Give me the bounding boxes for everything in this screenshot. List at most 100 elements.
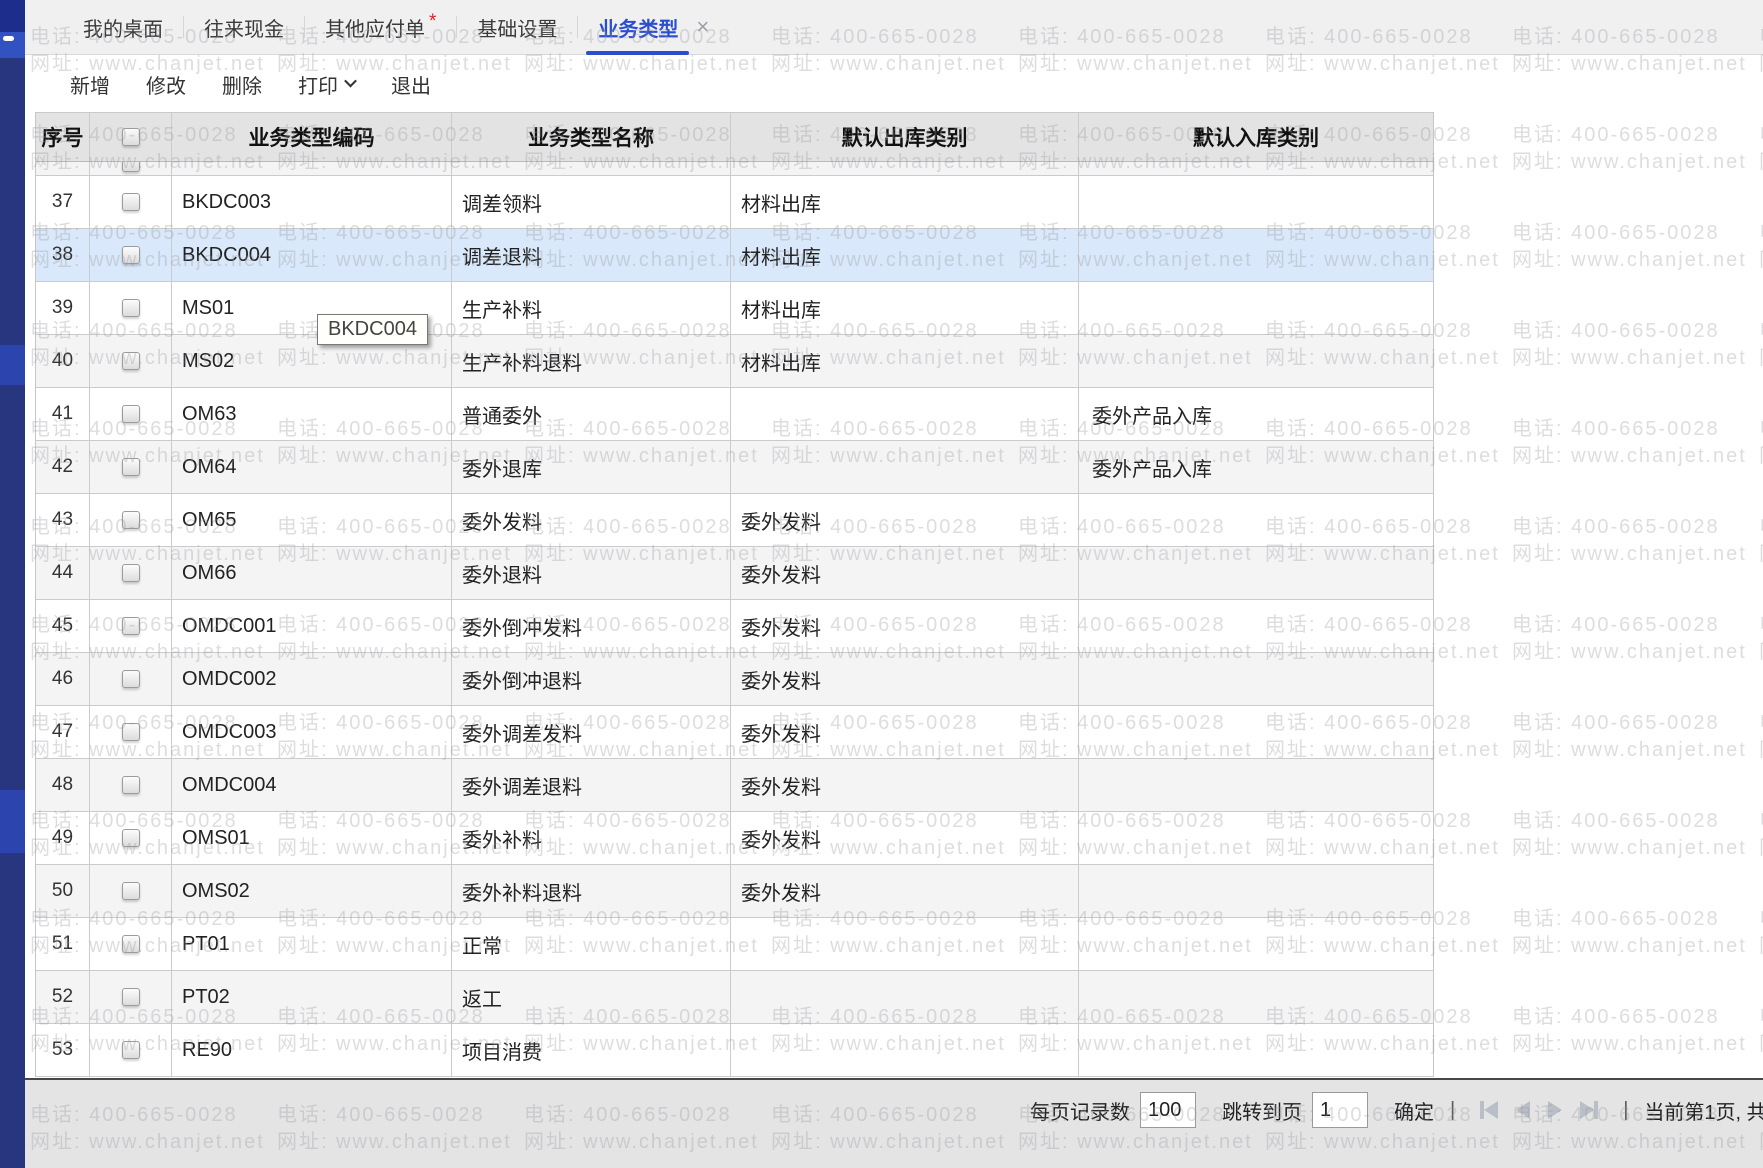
row-number-cell: 40	[36, 335, 90, 387]
per-page-input[interactable]	[1140, 1092, 1196, 1128]
watermark-site-text: 网址: www.chanjet.net	[1759, 243, 1763, 272]
table-row-41[interactable]: 41 OM63 普通委外 委外产品入库	[36, 388, 1433, 441]
watermark-site-text: 网址: www.chanjet.net	[1759, 635, 1763, 664]
row-checkbox[interactable]	[121, 405, 140, 423]
row-checkbox[interactable]	[121, 246, 140, 264]
header-in: 默认入库类别	[1193, 127, 1319, 150]
cell-in	[1079, 706, 1433, 758]
next-page-icon[interactable]	[1548, 1101, 1563, 1119]
cell-out: 委外发料	[731, 759, 1079, 811]
row-checkbox[interactable]	[121, 299, 140, 317]
cell-code: OMS01	[172, 812, 452, 864]
row-checkbox[interactable]	[121, 1041, 140, 1059]
cell-code: OM64	[172, 441, 452, 493]
row-checkbox[interactable]	[121, 162, 140, 172]
toolbar-button-新增[interactable]: 新增	[70, 70, 110, 99]
table-row-49[interactable]: 49 OMS01 委外补料 委外发料	[36, 812, 1433, 865]
toolbar-button-修改[interactable]: 修改	[146, 70, 186, 99]
table-row-46[interactable]: 46 OMDC002 委外倒冲退料 委外发料	[36, 653, 1433, 706]
table-row-51[interactable]: 51 PT01 正常	[36, 918, 1433, 971]
tab-4[interactable]: 基础设置	[457, 0, 577, 55]
row-checkbox[interactable]	[121, 193, 140, 211]
watermark-site-text: 网址: www.chanjet.net	[1512, 543, 1747, 565]
row-checkbox[interactable]	[121, 776, 140, 794]
last-page-icon[interactable]	[1580, 1101, 1599, 1119]
table-row-44[interactable]: 44 OM66 委外退料 委外发料	[36, 547, 1433, 600]
sidebar-rail[interactable]	[0, 0, 25, 1168]
row-checkbox[interactable]	[121, 617, 140, 635]
cell-code: OM66	[172, 547, 452, 599]
table-row-52[interactable]: 52 PT02 返工	[36, 971, 1433, 1024]
cell-in	[1079, 494, 1433, 546]
cell-tooltip: BKDC004	[317, 314, 428, 345]
cell-in	[1079, 865, 1433, 917]
row-checkbox[interactable]	[121, 723, 140, 741]
table-row-42[interactable]: 42 OM64 委外退库 委外产品入库	[36, 441, 1433, 494]
row-checkbox[interactable]	[121, 511, 140, 529]
watermark-site-text: 网址: www.chanjet.net	[1512, 249, 1747, 271]
row-checkbox[interactable]	[121, 352, 140, 370]
watermark-phone-text: 电话: 400-665-0028	[1512, 1006, 1720, 1028]
row-number-cell: 50	[36, 865, 90, 917]
row-checkbox[interactable]	[121, 670, 140, 688]
table-row-37[interactable]: 37 BKDC003 调差领料 材料出库	[36, 176, 1433, 229]
separator: |	[1623, 1098, 1629, 1121]
watermark-phone-text: 电话: 400-665-0028	[1759, 1000, 1763, 1029]
row-number-cell: 51	[36, 918, 90, 970]
select-all-checkbox[interactable]	[121, 128, 140, 146]
table-row-53[interactable]: 53 RE90 项目消费	[36, 1024, 1433, 1077]
cell-name: 委外发料	[452, 494, 731, 546]
cell-in	[1079, 600, 1433, 652]
confirm-button[interactable]: 确定	[1394, 1096, 1434, 1125]
watermark-phone-text: 电话: 400-665-0028	[1512, 418, 1720, 440]
watermark-phone-text: 电话: 400-665-0028	[1759, 216, 1763, 245]
cell-in	[1079, 918, 1433, 970]
toolbar-button-label: 修改	[146, 75, 186, 98]
table-row-47[interactable]: 47 OMDC003 委外调差发料 委外发料	[36, 706, 1433, 759]
first-page-icon[interactable]	[1480, 1101, 1499, 1119]
cell-out	[731, 388, 1079, 440]
row-checkbox[interactable]	[121, 564, 140, 582]
row-checkbox[interactable]	[121, 829, 140, 847]
tab-5[interactable]: 业务类型 ×	[578, 0, 729, 55]
table-row-45[interactable]: 45 OMDC001 委外倒冲发料 委外发料	[36, 600, 1433, 653]
table-row-43[interactable]: 43 OM65 委外发料 委外发料	[36, 494, 1433, 547]
watermark-site-text: 网址: www.chanjet.net	[1512, 837, 1747, 859]
cell-name: 调差领料	[452, 176, 731, 228]
row-checkbox[interactable]	[121, 988, 140, 1006]
toolbar-button-删除[interactable]: 删除	[222, 70, 262, 99]
tab-2[interactable]: 往来现金	[184, 0, 304, 55]
toolbar-button-退出[interactable]: 退出	[391, 70, 431, 99]
row-number-cell: 47	[36, 706, 90, 758]
toolbar-button-打印[interactable]: 打印	[298, 70, 357, 99]
row-checkbox[interactable]	[121, 882, 140, 900]
table-row-partial[interactable]: 倒冲退料 材料出库	[36, 162, 1433, 176]
watermark-site-text: 网址: www.chanjet.net	[1512, 151, 1747, 173]
table-row-50[interactable]: 50 OMS02 委外补料退料 委外发料	[36, 865, 1433, 918]
sidebar-item-highlight-2[interactable]	[0, 790, 25, 853]
cell-in	[1079, 812, 1433, 864]
cell-out	[731, 1024, 1079, 1076]
table-row-48[interactable]: 48 OMDC004 委外调差退料 委外发料	[36, 759, 1433, 812]
row-number-cell: 43	[36, 494, 90, 546]
cell-name: 生产补料退料	[452, 335, 731, 387]
cell-name: 委外倒冲退料	[452, 653, 731, 705]
tab-1[interactable]: 我的桌面	[63, 0, 183, 55]
tab-label: 往来现金	[204, 18, 284, 41]
table-row-38[interactable]: 38 BKDC004 调差退料 材料出库	[36, 229, 1433, 282]
table-row-40[interactable]: 40 MS02 生产补料退料 材料出库	[36, 335, 1433, 388]
row-number-cell: 49	[36, 812, 90, 864]
sidebar-item-highlight-1[interactable]	[0, 345, 25, 385]
header-code: 业务类型编码	[172, 113, 452, 161]
jump-page-input[interactable]	[1312, 1092, 1368, 1128]
cell-name: 委外补料退料	[452, 865, 731, 917]
collapse-handle-icon[interactable]	[3, 36, 14, 41]
tab-3[interactable]: 其他应付单 *	[305, 0, 456, 55]
prev-page-icon[interactable]	[1516, 1101, 1531, 1119]
row-checkbox[interactable]	[121, 935, 140, 953]
row-checkbox[interactable]	[121, 458, 140, 476]
close-tab-icon[interactable]: ×	[696, 14, 709, 40]
cell-out	[731, 971, 1079, 1023]
tab-label: 基础设置	[477, 18, 558, 41]
table-row-39[interactable]: 39 MS01 生产补料 材料出库	[36, 282, 1433, 335]
